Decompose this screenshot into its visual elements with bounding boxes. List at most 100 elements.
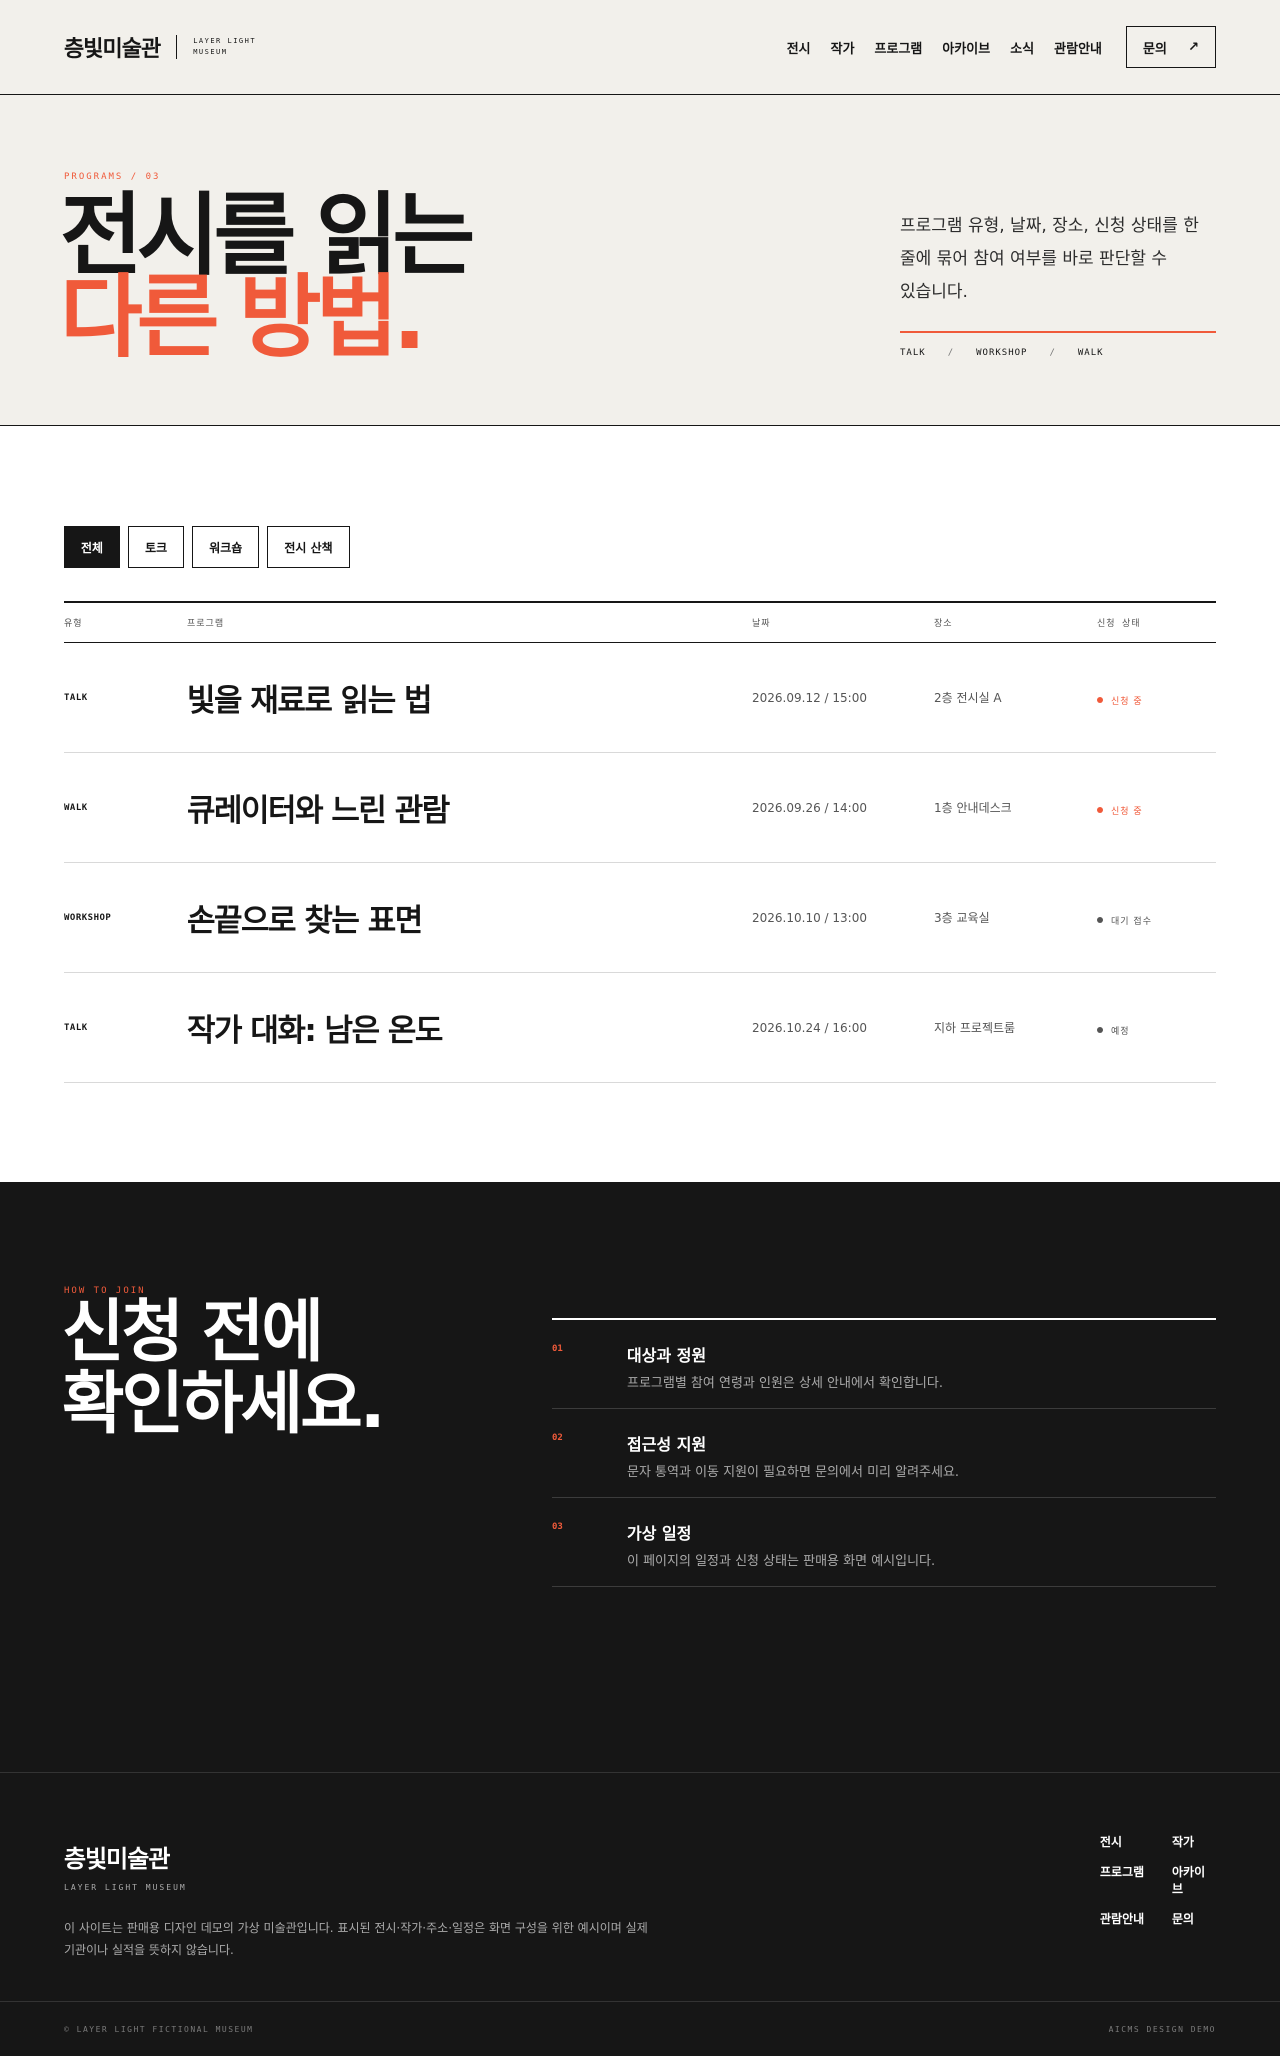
row-status: 신청 중 bbox=[1097, 688, 1216, 707]
main-nav: 전시 작가 프로그램 아카이브 소식 관람안내 문의 ↗ bbox=[787, 26, 1216, 68]
row-status: 대기 접수 bbox=[1097, 908, 1216, 927]
row-date: 2026.10.24 / 16:00 bbox=[752, 1020, 867, 1035]
filter-tab-talk[interactable]: 토크 bbox=[128, 526, 185, 568]
filter-tab-workshop[interactable]: 워크숍 bbox=[192, 526, 260, 568]
nav-link-news[interactable]: 소식 bbox=[1010, 38, 1034, 57]
row-place: 지하 프로젝트룸 bbox=[934, 1021, 1016, 1035]
filter-tabs: 전체 토크 워크숍 전시 산책 bbox=[64, 526, 1216, 568]
hero-section: PROGRAMS / 03 전시를 읽는 다른 방법. 프로그램 유형, 날짜,… bbox=[0, 95, 1280, 426]
hero-tag-separator: / bbox=[1049, 348, 1056, 358]
row-type: TALK bbox=[64, 692, 88, 703]
footer-credit: AICMS DESIGN DEMO bbox=[1108, 2025, 1216, 2034]
row-title: 빛을 재료로 읽는 법 bbox=[187, 683, 433, 719]
header-date: 날짜 bbox=[752, 619, 771, 629]
hero-description: 프로그램 유형, 날짜, 장소, 신청 상태를 한 줄에 묶어 참여 여부를 바… bbox=[900, 216, 1199, 302]
row-date: 2026.10.10 / 13:00 bbox=[752, 910, 867, 925]
status-dot-icon bbox=[1097, 807, 1103, 813]
hero-side: 프로그램 유형, 날짜, 장소, 신청 상태를 한 줄에 묶어 참여 여부를 바… bbox=[900, 210, 1216, 358]
brand-name: 층빛미술관 bbox=[64, 37, 161, 62]
table-row[interactable]: WORKSHOP 손끝으로 찾는 표면 2026.10.10 / 13:00 3… bbox=[64, 863, 1216, 973]
hero-tag-workshop: WORKSHOP bbox=[976, 348, 1028, 358]
join-title-line2: 확인하세요. bbox=[62, 1365, 386, 1444]
table-header: 유형 프로그램 날짜 장소 신청 상태 bbox=[64, 603, 1216, 643]
header-status: 신청 상태 bbox=[1097, 619, 1141, 629]
footer-link-programs[interactable]: 프로그램 bbox=[1100, 1863, 1172, 1897]
nav-link-programs[interactable]: 프로그램 bbox=[875, 38, 923, 57]
program-list-section: 전체 토크 워크숍 전시 산책 유형 프로그램 날짜 장소 신청 상태 TALK… bbox=[0, 426, 1280, 1182]
footer-disclaimer: 이 사이트는 판매용 디자인 데모의 가상 미술관입니다. 표시된 전시·작가·… bbox=[64, 1921, 648, 1957]
row-title: 큐레이터와 느린 관람 bbox=[187, 793, 450, 829]
footer-link-exhibitions[interactable]: 전시 bbox=[1100, 1833, 1172, 1850]
table-row[interactable]: TALK 작가 대화: 남은 온도 2026.10.24 / 16:00 지하 … bbox=[64, 973, 1216, 1083]
list-item: 02 접근성 지원 문자 통역과 이동 지원이 필요하면 문의에서 미리 알려주… bbox=[552, 1409, 1216, 1498]
nav-link-visit[interactable]: 관람안내 bbox=[1054, 38, 1102, 57]
join-list: 01 대상과 정원 프로그램별 참여 연령과 인원은 상세 안내에서 확인합니다… bbox=[552, 1318, 1216, 1587]
row-title: 작가 대화: 남은 온도 bbox=[187, 1013, 443, 1049]
how-to-join-section: HOW TO JOIN 신청 전에 확인하세요. 01 대상과 정원 프로그램별… bbox=[0, 1182, 1280, 1772]
status-label: 대기 접수 bbox=[1111, 916, 1152, 927]
hero-title-line2: 다른 방법. bbox=[60, 265, 427, 370]
hero-tag-separator: / bbox=[947, 348, 955, 358]
table-row[interactable]: TALK 빛을 재료로 읽는 법 2026.09.12 / 15:00 2층 전… bbox=[64, 643, 1216, 753]
header-program: 프로그램 bbox=[187, 619, 225, 629]
header-type: 유형 bbox=[64, 619, 83, 629]
join-item-description: 이 페이지의 일정과 신청 상태는 판매용 화면 예시입니다. bbox=[627, 1554, 936, 1569]
row-type: WALK bbox=[64, 802, 88, 813]
join-title-line1: 신청 전에 bbox=[62, 1293, 324, 1372]
program-table: 유형 프로그램 날짜 장소 신청 상태 TALK 빛을 재료로 읽는 법 202… bbox=[64, 601, 1216, 1083]
site-header: 층빛미술관 LAYER LIGHT MUSEUM 전시 작가 프로그램 아카이브… bbox=[0, 0, 1280, 95]
status-badge: 신청 중 bbox=[1097, 804, 1143, 817]
row-title: 손끝으로 찾는 표면 bbox=[187, 903, 423, 939]
filter-tab-all[interactable]: 전체 bbox=[64, 526, 121, 568]
footer-copyright: © LAYER LIGHT FICTIONAL MUSEUM bbox=[64, 2025, 254, 2034]
row-date: 2026.09.12 / 15:00 bbox=[752, 690, 867, 705]
footer-link-visit[interactable]: 관람안내 bbox=[1100, 1910, 1172, 1927]
footer-link-artists[interactable]: 작가 bbox=[1172, 1833, 1216, 1850]
nav-link-archive[interactable]: 아카이브 bbox=[942, 38, 990, 57]
brand-subtitle: LAYER LIGHT MUSEUM bbox=[193, 37, 257, 56]
footer-brand-subtitle: LAYER LIGHT MUSEUM bbox=[64, 1883, 187, 1892]
footer-bottom-bar: © LAYER LIGHT FICTIONAL MUSEUM AICMS DES… bbox=[0, 2001, 1280, 2056]
hero-tag-talk: TALK bbox=[900, 348, 926, 358]
hero-tag-walk: WALK bbox=[1077, 348, 1104, 358]
status-dot-icon bbox=[1097, 917, 1103, 923]
contact-button[interactable]: 문의 ↗ bbox=[1126, 26, 1216, 68]
join-item-title: 가상 일정 bbox=[627, 1524, 692, 1543]
row-place: 3층 교육실 bbox=[934, 911, 990, 925]
status-label: 신청 중 bbox=[1111, 806, 1143, 817]
table-row[interactable]: WALK 큐레이터와 느린 관람 2026.09.26 / 14:00 1층 안… bbox=[64, 753, 1216, 863]
join-title: 신청 전에 확인하세요. bbox=[62, 1293, 386, 1444]
row-type: TALK bbox=[64, 1022, 88, 1033]
footer-link-archive[interactable]: 아카이브 bbox=[1172, 1863, 1216, 1897]
row-place: 2층 전시실 A bbox=[934, 691, 1002, 705]
status-badge: 예정 bbox=[1097, 1024, 1130, 1037]
join-item-number: 01 bbox=[552, 1344, 563, 1354]
row-status: 예정 bbox=[1097, 1018, 1216, 1037]
join-item-title: 접근성 지원 bbox=[627, 1435, 707, 1454]
join-item-number: 03 bbox=[552, 1522, 563, 1532]
footer-brand-name[interactable]: 층빛미술관 bbox=[64, 1839, 170, 1874]
hero-tags: TALK / WORKSHOP / WALK bbox=[900, 348, 1216, 358]
nav-link-artists[interactable]: 작가 bbox=[831, 38, 855, 57]
status-badge: 신청 중 bbox=[1097, 694, 1143, 707]
contact-button-label: 문의 bbox=[1143, 41, 1167, 57]
list-item: 03 가상 일정 이 페이지의 일정과 신청 상태는 판매용 화면 예시입니다. bbox=[552, 1498, 1216, 1587]
footer-link-contact[interactable]: 문의 bbox=[1172, 1910, 1216, 1927]
hero-divider bbox=[900, 331, 1216, 333]
footer-nav: 전시 작가 프로그램 아카이브 관람안내 문의 bbox=[1100, 1833, 1216, 1927]
brand-divider bbox=[176, 35, 178, 59]
site-footer: 층빛미술관 LAYER LIGHT MUSEUM 이 사이트는 판매용 디자인 … bbox=[0, 1772, 1280, 2056]
filter-tab-walk[interactable]: 전시 산책 bbox=[267, 526, 350, 568]
header-place: 장소 bbox=[934, 619, 953, 629]
join-item-description: 프로그램별 참여 연령과 인원은 상세 안내에서 확인합니다. bbox=[627, 1376, 943, 1391]
status-label: 신청 중 bbox=[1111, 696, 1143, 707]
row-place: 1층 안내데스크 bbox=[934, 801, 1012, 815]
join-item-number: 02 bbox=[552, 1433, 563, 1443]
join-item-description: 문자 통역과 이동 지원이 필요하면 문의에서 미리 알려주세요. bbox=[627, 1465, 960, 1480]
hero-title: 전시를 읽는 다른 방법. bbox=[60, 191, 475, 370]
status-badge: 대기 접수 bbox=[1097, 914, 1152, 927]
status-dot-icon bbox=[1097, 697, 1103, 703]
brand-logo[interactable]: 층빛미술관 LAYER LIGHT MUSEUM bbox=[64, 31, 257, 63]
hero-eyebrow: PROGRAMS / 03 bbox=[64, 172, 161, 182]
nav-link-exhibitions[interactable]: 전시 bbox=[787, 38, 811, 57]
